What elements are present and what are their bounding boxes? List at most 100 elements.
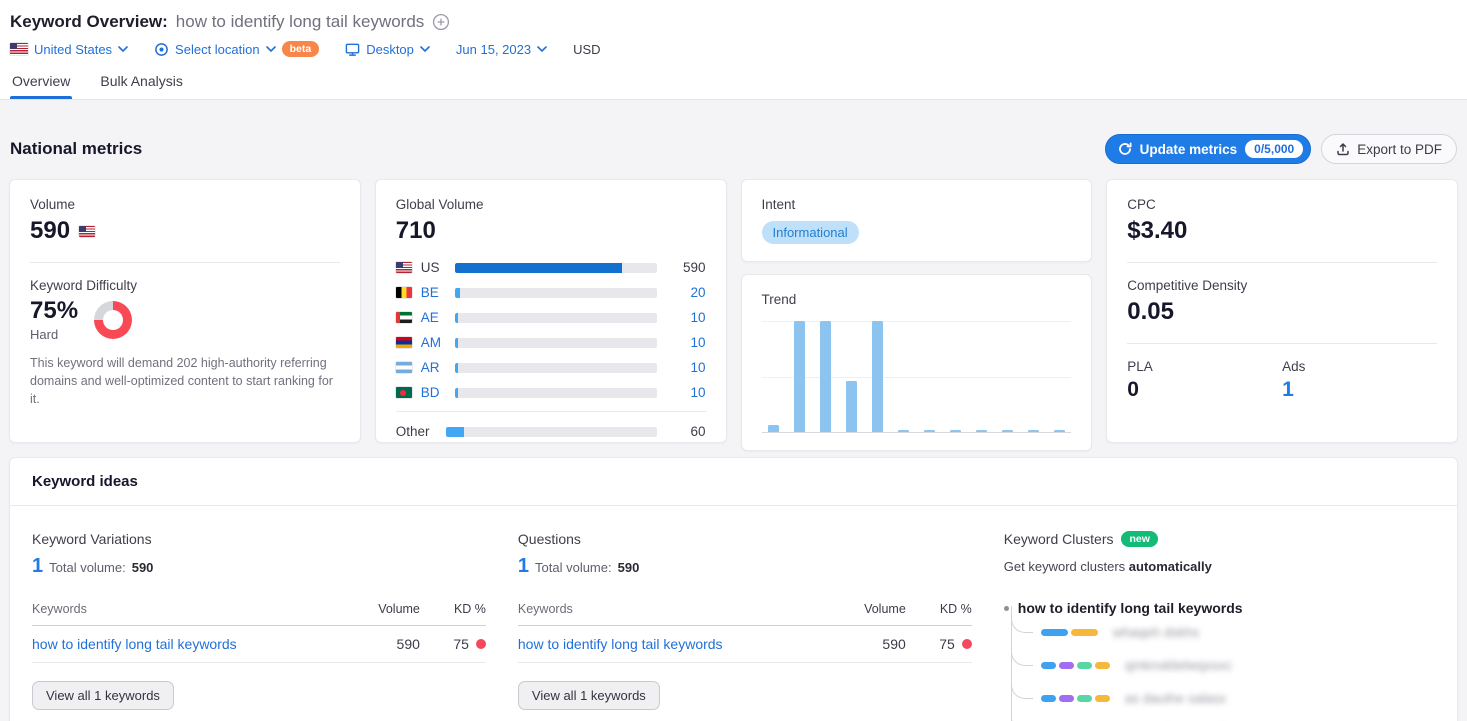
cluster-segment-purple <box>1059 662 1074 669</box>
cluster-child-row[interactable]: aews serkuesaxxd <box>1011 715 1435 721</box>
column-keywords[interactable]: Keywords <box>32 602 358 616</box>
volume-value: 590 <box>666 260 706 275</box>
trend-bar <box>976 430 987 432</box>
cluster-segment-yellow <box>1095 695 1110 702</box>
questions-count: 1 <box>518 555 529 578</box>
tab-overview[interactable]: Overview <box>10 73 72 99</box>
pla-ads-row: PLA 0 Ads 1 <box>1127 359 1437 402</box>
page-content: National metrics Update metrics 0/5,000 … <box>0 134 1467 721</box>
volume-label: Volume <box>30 197 340 212</box>
column-volume[interactable]: Volume <box>844 602 906 616</box>
questions-table-header: Keywords Volume KD % <box>518 602 972 626</box>
update-metrics-label: Update metrics <box>1140 142 1238 157</box>
global-volume-row: BD 10 <box>396 380 706 405</box>
date-selector-label: Jun 15, 2023 <box>456 42 531 57</box>
keyword-table-row: how to identify long tail keywords59075 <box>518 626 972 663</box>
trend-chart <box>762 321 1072 433</box>
country-code[interactable]: AE <box>421 310 446 325</box>
country-selector[interactable]: United States <box>10 42 128 57</box>
export-pdf-label: Export to PDF <box>1357 142 1442 157</box>
divider <box>396 411 706 412</box>
volume-bar-track <box>455 338 657 348</box>
column-volume[interactable]: Volume <box>358 602 420 616</box>
ads-value[interactable]: 1 <box>1282 378 1437 402</box>
pla-block: PLA 0 <box>1127 359 1282 402</box>
questions-view-all-button[interactable]: View all 1 keywords <box>518 681 660 710</box>
page-keyword: how to identify long tail keywords <box>176 12 425 32</box>
volume-bar-fill <box>455 338 458 348</box>
keyword-difficulty-level: Hard <box>30 327 78 342</box>
export-pdf-button[interactable]: Export to PDF <box>1321 134 1457 164</box>
variations-view-all-button[interactable]: View all 1 keywords <box>32 681 174 710</box>
gv-other-fill <box>446 427 464 437</box>
cluster-child-row[interactable]: whaqeh dskhs <box>1011 616 1435 649</box>
volume-bar-fill <box>455 313 458 323</box>
tab-bulk-analysis[interactable]: Bulk Analysis <box>98 73 184 99</box>
total-volume-value: 590 <box>618 560 640 575</box>
volume-value[interactable]: 10 <box>666 310 706 325</box>
update-metrics-counter: 0/5,000 <box>1245 140 1303 158</box>
metric-cards: Volume 590 Keyword Difficulty 75% Hard T… <box>9 179 1458 443</box>
keyword-link[interactable]: how to identify long tail keywords <box>518 636 844 652</box>
country-code[interactable]: BE <box>421 285 446 300</box>
be-flag-icon <box>396 287 412 298</box>
us-flag-icon <box>396 262 412 273</box>
questions-table: Keywords Volume KD % how to identify lon… <box>518 602 972 663</box>
variations-title: Keyword Variations <box>32 531 486 547</box>
intent-badge[interactable]: Informational <box>762 221 859 244</box>
chevron-down-icon <box>118 46 128 52</box>
volume-value[interactable]: 10 <box>666 335 706 350</box>
column-kd[interactable]: KD % <box>420 602 486 616</box>
new-badge: new <box>1121 531 1157 547</box>
bd-flag-icon <box>396 387 412 398</box>
date-selector[interactable]: Jun 15, 2023 <box>456 42 547 57</box>
cluster-root[interactable]: how to identify long tail keywords <box>1004 600 1435 616</box>
ads-block: Ads 1 <box>1282 359 1437 402</box>
volume-value[interactable]: 20 <box>666 285 706 300</box>
keyword-kd: 75 <box>420 636 486 652</box>
keyword-ideas-grid: Keyword Variations 1 Total volume: 590 K… <box>10 506 1457 721</box>
keyword-volume: 590 <box>358 636 420 652</box>
cluster-segments <box>1041 662 1110 669</box>
clusters-title-row: Keyword Clusters new <box>1004 531 1435 547</box>
volume-bar-track <box>455 263 657 273</box>
volume-value[interactable]: 10 <box>666 385 706 400</box>
bullet-icon <box>1004 606 1009 611</box>
country-code[interactable]: BD <box>421 385 446 400</box>
country-code[interactable]: AM <box>421 335 446 350</box>
cluster-child-row[interactable]: qmknxklielwqxsxc <box>1011 649 1435 682</box>
global-volume-other-row: Other 60 <box>396 419 706 443</box>
country-selector-label: United States <box>34 42 112 57</box>
cluster-segments <box>1041 695 1110 702</box>
volume-value[interactable]: 10 <box>666 360 706 375</box>
variations-count: 1 <box>32 555 43 578</box>
blurred-keyword-text: qmknxklielwqxsxc <box>1125 658 1232 673</box>
keyword-difficulty-label: Keyword Difficulty <box>30 278 340 293</box>
ads-label: Ads <box>1282 359 1437 374</box>
keyword-link[interactable]: how to identify long tail keywords <box>32 636 358 652</box>
trend-bar <box>898 430 909 432</box>
volume-value-row: 590 <box>30 217 340 245</box>
volume-bar-fill <box>455 388 458 398</box>
column-keywords[interactable]: Keywords <box>518 602 844 616</box>
country-code[interactable]: AR <box>421 360 446 375</box>
device-selector[interactable]: Desktop <box>345 42 430 57</box>
volume-bar-track <box>455 388 657 398</box>
plus-circle-icon[interactable] <box>432 13 450 31</box>
global-volume-card: Global Volume 710 US590BE20AE10AM10AR10B… <box>375 179 727 443</box>
cluster-segment-green <box>1077 662 1092 669</box>
kd-dot-icon <box>962 639 972 649</box>
us-flag-icon <box>10 43 28 55</box>
total-volume-label: Total volume: <box>535 560 612 575</box>
column-kd[interactable]: KD % <box>906 602 972 616</box>
keyword-difficulty-description: This keyword will demand 202 high-author… <box>30 354 340 408</box>
update-metrics-button[interactable]: Update metrics 0/5,000 <box>1105 134 1312 164</box>
head-actions: Update metrics 0/5,000 Export to PDF <box>1105 134 1457 164</box>
location-selector[interactable]: Select location beta <box>154 41 319 57</box>
cluster-segment-blue <box>1041 695 1056 702</box>
keyword-difficulty-row: 75% Hard <box>30 297 340 342</box>
country-code: US <box>421 260 446 275</box>
refresh-icon <box>1118 142 1132 156</box>
cluster-child-row[interactable]: as dauthe salasx <box>1011 682 1435 715</box>
variations-table: Keywords Volume KD % how to identify lon… <box>32 602 486 663</box>
